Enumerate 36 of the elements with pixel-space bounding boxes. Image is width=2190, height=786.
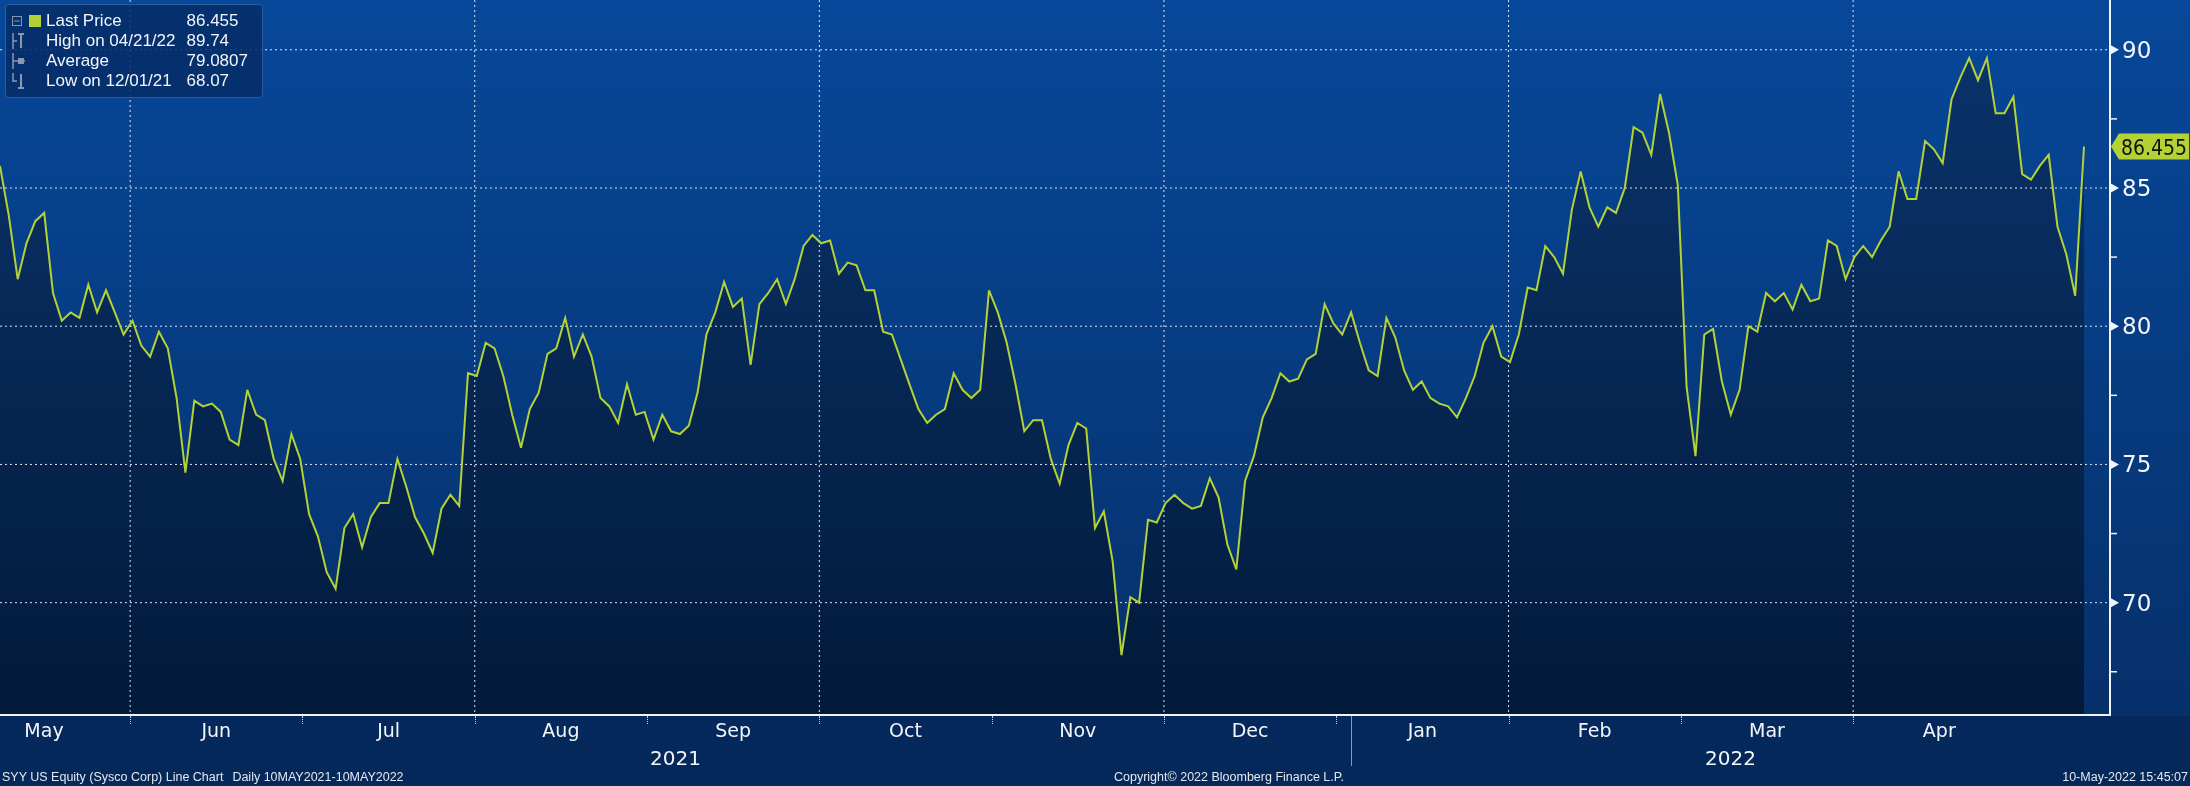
axis-label: Jul xyxy=(377,719,401,741)
high-marker-icon xyxy=(12,33,25,49)
axis-label: 2021 xyxy=(650,746,701,770)
axis-label: 80 xyxy=(2122,313,2152,340)
low-marker-icon xyxy=(12,73,25,89)
axis-label: Dec xyxy=(1231,719,1269,741)
legend-value: 79.0807 xyxy=(185,51,248,71)
axis-label: 90 xyxy=(2122,36,2152,63)
axis-label: Aug xyxy=(542,719,580,741)
axis-label: 2022 xyxy=(1705,746,1756,770)
legend-value: 68.07 xyxy=(185,71,230,91)
legend-label: High on 04/21/22 xyxy=(46,31,176,51)
legend-label: Low on 12/01/21 xyxy=(46,71,173,91)
axis-label: Nov xyxy=(1059,719,1097,741)
series-swatch xyxy=(29,15,41,27)
axis-label: Sep xyxy=(715,719,752,741)
timestamp: 10-May-2022 15:45:07 xyxy=(2062,770,2188,784)
legend-label: Last Price xyxy=(46,11,123,31)
axis-label: Feb xyxy=(1577,719,1612,741)
axis-label: 70 xyxy=(2122,589,2152,616)
axis-label: May xyxy=(24,719,64,741)
axis-label: 75 xyxy=(2122,451,2152,478)
axis-label: Jan xyxy=(1407,719,1438,741)
collapse-icon[interactable] xyxy=(12,16,22,26)
axis-label: Jun xyxy=(201,719,232,741)
axis-label: 85 xyxy=(2122,175,2152,201)
axis-label: Mar xyxy=(1749,719,1785,741)
copyright-text: Copyright© 2022 Bloomberg Finance L.P. xyxy=(1114,770,1345,784)
axis-label: Oct xyxy=(889,719,922,741)
chart-title: SYY US Equity (Sysco Corp) Line Chart xyxy=(2,770,224,784)
legend-label: Average xyxy=(46,51,110,71)
axis-label: Apr xyxy=(1922,719,1956,741)
legend-value: 86.455 xyxy=(185,11,239,31)
date-range: Daily 10MAY2021-10MAY2022 xyxy=(232,770,404,784)
legend-value: 89.74 xyxy=(185,31,230,51)
average-marker-icon xyxy=(12,53,25,69)
